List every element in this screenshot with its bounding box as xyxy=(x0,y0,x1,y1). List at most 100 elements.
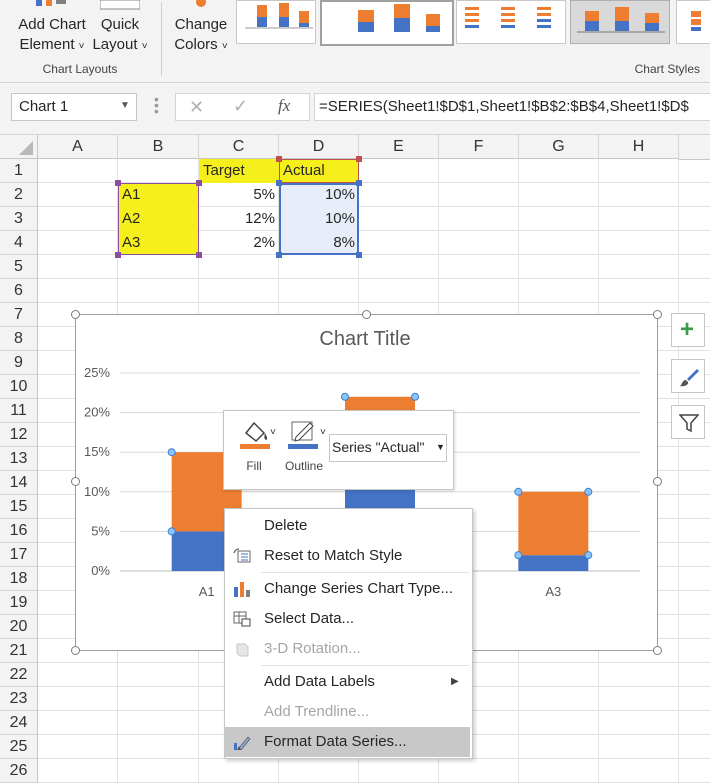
row-header-24[interactable]: 24 xyxy=(0,711,38,735)
row-header-25[interactable]: 25 xyxy=(0,735,38,759)
chart-filters-button[interactable] xyxy=(671,405,705,439)
column-header-a[interactable]: A xyxy=(38,135,118,159)
menu-item-reset-to-match-style[interactable]: Reset to Match Style xyxy=(225,541,470,571)
series-point-handle[interactable] xyxy=(167,527,176,536)
formula-input[interactable]: =SERIES(Sheet1!$D$1,Sheet1!$B$2:$B$4,She… xyxy=(314,93,710,121)
chart-resize-handle[interactable] xyxy=(71,646,80,655)
column-header-d[interactable]: D xyxy=(279,135,359,159)
chart-title[interactable]: Chart Title xyxy=(75,328,655,351)
row-header-5[interactable]: 5 xyxy=(0,255,38,279)
column-header-i[interactable] xyxy=(679,135,710,160)
chart-style-thumb-2[interactable] xyxy=(320,0,454,46)
insert-function-icon[interactable]: fx xyxy=(278,96,290,116)
cell-c4[interactable]: 2% xyxy=(199,231,279,255)
row-header-6[interactable]: 6 xyxy=(0,279,38,303)
series-point-handle[interactable] xyxy=(514,551,523,560)
chart-elements-button[interactable]: + xyxy=(671,313,705,347)
bar-actual-a3[interactable] xyxy=(518,491,589,556)
row-header-1[interactable]: 1 xyxy=(0,159,38,183)
cell-b3[interactable]: A2 xyxy=(118,207,199,231)
series-point-handle[interactable] xyxy=(584,551,593,560)
gridline xyxy=(678,159,679,783)
series-point-handle[interactable] xyxy=(167,448,176,457)
name-box[interactable]: Chart 1 ▼ xyxy=(11,93,137,121)
row-header-19[interactable]: 19 xyxy=(0,591,38,615)
chart-style-thumb-3[interactable] xyxy=(456,0,566,44)
submenu-arrow-icon: ▶ xyxy=(451,676,459,687)
chart-styles-button[interactable] xyxy=(671,359,705,393)
series-point-handle[interactable] xyxy=(584,487,593,496)
cell-b4[interactable]: A3 xyxy=(118,231,199,255)
column-header-g[interactable]: G xyxy=(519,135,599,159)
cell-d2[interactable]: 10% xyxy=(279,183,359,207)
fill-button[interactable]: ˅ Fill xyxy=(234,419,280,479)
funnel-filter-icon xyxy=(679,414,699,433)
chart-resize-handle[interactable] xyxy=(653,646,662,655)
row-header-17[interactable]: 17 xyxy=(0,543,38,567)
cell-c2[interactable]: 5% xyxy=(199,183,279,207)
menu-item-3d-rotation[interactable]: 3-D Rotation... xyxy=(225,634,470,664)
outline-button[interactable]: ˅ Outline xyxy=(282,419,330,479)
series-point-handle[interactable] xyxy=(411,392,419,401)
chart-style-thumb-1[interactable] xyxy=(236,0,316,44)
add-chart-element-button[interactable]: Add Chart Element ˅ xyxy=(10,0,90,60)
chevron-down-icon[interactable]: ˅ xyxy=(270,427,276,438)
cell-d4[interactable]: 8% xyxy=(279,231,359,255)
cell-c3[interactable]: 12% xyxy=(199,207,279,231)
row-header-3[interactable]: 3 xyxy=(0,207,38,231)
menu-item-select-data[interactable]: Select Data... xyxy=(225,604,470,634)
chart-style-thumb-4[interactable] xyxy=(570,0,670,44)
enter-check-icon[interactable]: ✓ xyxy=(233,96,248,117)
row-header-14[interactable]: 14 xyxy=(0,471,38,495)
row-header-26[interactable]: 26 xyxy=(0,759,38,783)
column-header-b[interactable]: B xyxy=(118,135,199,159)
row-header-7[interactable]: 7 xyxy=(0,303,38,327)
column-header-h[interactable]: H xyxy=(599,135,679,159)
row-header-20[interactable]: 20 xyxy=(0,615,38,639)
cell-d1[interactable]: Actual xyxy=(279,159,359,183)
series-select-value: Series "Actual" xyxy=(332,439,425,455)
chevron-down-icon[interactable]: ˅ xyxy=(320,427,326,438)
row-header-18[interactable]: 18 xyxy=(0,567,38,591)
column-header-e[interactable]: E xyxy=(359,135,439,159)
row-header-4[interactable]: 4 xyxy=(0,231,38,255)
cell-c1[interactable]: Target xyxy=(199,159,279,183)
menu-item-add-trendline[interactable]: Add Trendline... xyxy=(225,697,470,727)
column-header-f[interactable]: F xyxy=(439,135,519,159)
row-header-23[interactable]: 23 xyxy=(0,687,38,711)
change-colors-button[interactable]: Change Colors ˅ xyxy=(166,0,236,60)
row-header-21[interactable]: 21 xyxy=(0,639,38,663)
chart-style-thumb-5[interactable] xyxy=(676,0,710,44)
chart-resize-handle[interactable] xyxy=(362,310,371,319)
chevron-down-icon: ˅ xyxy=(221,41,228,52)
quick-layout-button[interactable]: Quick Layout ˅ xyxy=(88,0,152,60)
menu-item-delete[interactable]: Delete xyxy=(225,511,470,541)
row-header-15[interactable]: 15 xyxy=(0,495,38,519)
series-point-handle[interactable] xyxy=(341,392,349,401)
chart-style-preview xyxy=(691,11,701,31)
row-header-10[interactable]: 10 xyxy=(0,375,38,399)
column-header-c[interactable]: C xyxy=(199,135,279,159)
row-header-8[interactable]: 8 xyxy=(0,327,38,351)
row-header-12[interactable]: 12 xyxy=(0,423,38,447)
row-header-16[interactable]: 16 xyxy=(0,519,38,543)
chart-resize-handle[interactable] xyxy=(653,310,662,319)
cell-b2[interactable]: A1 xyxy=(118,183,199,207)
name-box-dropdown-icon[interactable]: ▼ xyxy=(120,100,130,111)
row-header-13[interactable]: 13 xyxy=(0,447,38,471)
cell-d3[interactable]: 10% xyxy=(279,207,359,231)
menu-item-add-data-labels[interactable]: Add Data Labels ▶ xyxy=(225,667,470,697)
select-all-corner[interactable] xyxy=(0,135,38,159)
menu-item-label: Add Trendline... xyxy=(264,703,370,720)
bar-target-a3[interactable] xyxy=(518,555,589,571)
cancel-icon[interactable]: ✕ xyxy=(189,97,204,118)
series-point-handle[interactable] xyxy=(514,487,523,496)
row-header-11[interactable]: 11 xyxy=(0,399,38,423)
series-select[interactable]: Series "Actual" ▼ xyxy=(329,434,447,462)
row-header-22[interactable]: 22 xyxy=(0,663,38,687)
row-header-9[interactable]: 9 xyxy=(0,351,38,375)
chart-resize-handle[interactable] xyxy=(71,310,80,319)
row-header-2[interactable]: 2 xyxy=(0,183,38,207)
menu-item-change-series-chart-type[interactable]: Change Series Chart Type... xyxy=(225,574,470,604)
menu-item-format-data-series[interactable]: Format Data Series... xyxy=(225,727,470,757)
